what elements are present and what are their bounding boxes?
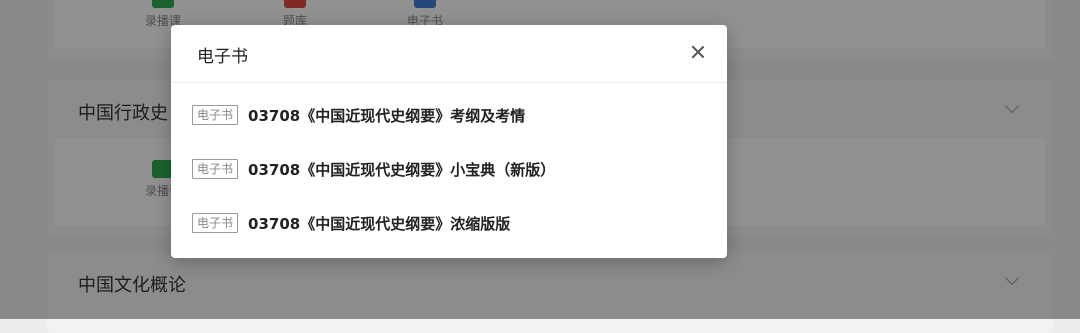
ebook-title: 03708《中国近现代史纲要》小宝典（新版） xyxy=(248,160,556,179)
ebook-tag: 电子书 xyxy=(192,105,239,125)
dialog-title: 电子书 xyxy=(197,47,248,67)
ebook-list: 电子书 03708《中国近现代史纲要》考纲及考情 电子书 03708《中国近现代… xyxy=(192,88,707,250)
close-icon[interactable] xyxy=(687,41,709,63)
ebook-item[interactable]: 电子书 03708《中国近现代史纲要》小宝典（新版） xyxy=(192,142,707,196)
ebook-title: 03708《中国近现代史纲要》浓缩版版 xyxy=(248,214,511,233)
ebook-tag: 电子书 xyxy=(192,159,239,179)
ebook-item[interactable]: 电子书 03708《中国近现代史纲要》考纲及考情 xyxy=(192,88,707,142)
ebook-title: 03708《中国近现代史纲要》考纲及考情 xyxy=(248,106,526,125)
ebook-item[interactable]: 电子书 03708《中国近现代史纲要》浓缩版版 xyxy=(192,196,707,250)
ebook-dialog: 电子书 电子书 03708《中国近现代史纲要》考纲及考情 电子书 03708《中… xyxy=(171,25,727,258)
dialog-header: 电子书 xyxy=(171,25,727,83)
ebook-tag: 电子书 xyxy=(192,213,239,233)
